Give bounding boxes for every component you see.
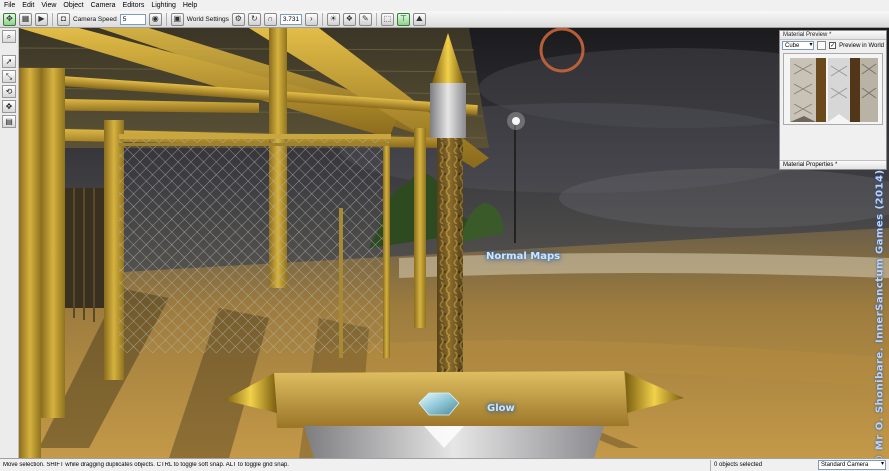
menu-editors[interactable]: Editors: [123, 0, 145, 11]
render-icon[interactable]: ❖: [342, 12, 356, 26]
play-icon[interactable]: ▶: [35, 12, 48, 26]
glow-label: Glow: [487, 403, 515, 414]
menu-file[interactable]: File: [4, 0, 15, 11]
menu-edit[interactable]: Edit: [22, 0, 34, 11]
select-icon[interactable]: ⬚: [380, 12, 394, 26]
paint-icon[interactable]: ✎: [358, 12, 372, 26]
menu-help[interactable]: Help: [183, 0, 197, 11]
preview-shape-select[interactable]: Cube: [782, 41, 815, 50]
normal-maps-label: Normal Maps: [486, 251, 561, 262]
toolbar-divider: [321, 12, 323, 26]
toolbar-divider: [165, 12, 167, 26]
scene-render: [19, 28, 889, 458]
camera-speed-input[interactable]: [119, 13, 146, 25]
snap-icon[interactable]: ⚙: [231, 12, 245, 26]
refresh-preview-icon[interactable]: [817, 41, 827, 50]
move-mode-icon[interactable]: ✥: [3, 12, 16, 26]
magnet-icon[interactable]: ∩: [263, 12, 277, 26]
status-bar: Move selection. SHIFT while dragging dup…: [0, 458, 889, 471]
grid-icon[interactable]: ▦: [19, 12, 32, 26]
snap-value-input[interactable]: [279, 13, 302, 25]
rotate-icon[interactable]: ⟲: [2, 85, 16, 98]
transform-icon[interactable]: ⊤: [396, 12, 410, 26]
terrain-icon[interactable]: ⛰: [412, 12, 426, 26]
material-preview-controls: Cube ✓ Preview in World: [780, 40, 886, 51]
eye-icon[interactable]: ◉: [148, 12, 162, 26]
material-preview-title[interactable]: Material Preview *: [780, 31, 886, 40]
camera-icon[interactable]: ◘: [57, 12, 70, 26]
preview-in-world-label: Preview in World: [839, 42, 884, 49]
material-preview-panel: Material Preview * Cube ✓ Preview in Wor…: [779, 30, 887, 170]
move-icon[interactable]: ✥: [2, 100, 16, 113]
left-tool-strip: ⌕ ➚ ⤡ ⟲ ✥ ▤: [0, 28, 19, 458]
camera-speed-label: Camera Speed: [73, 15, 117, 23]
camera-select[interactable]: Standard Camera: [818, 460, 886, 470]
world-settings-label[interactable]: World Settings: [187, 16, 229, 23]
objects-selected-count: 0 objects selected: [710, 459, 814, 471]
toolbar-divider: [375, 12, 377, 26]
status-message: Move selection. SHIFT while dragging dup…: [3, 462, 289, 468]
material-preview-image: [783, 53, 883, 125]
lights-icon[interactable]: ☀: [326, 12, 340, 26]
toolbar-divider: [52, 12, 53, 26]
preview-in-world-checkbox[interactable]: ✓: [829, 42, 837, 49]
menu-bar: File Edit View Object Camera Editors Lig…: [0, 0, 889, 11]
main-toolbar: ✥ ▦ ▶ ◘ Camera Speed ◉ ▣ World Settings …: [0, 11, 889, 28]
chevron-right-icon[interactable]: ›: [304, 12, 318, 26]
copyright-watermark: © Mr O. Shonibare. InnerSanctum Games (2…: [873, 169, 887, 464]
zoom-icon[interactable]: ⌕: [2, 30, 16, 43]
3d-viewport[interactable]: Normal Maps Glow: [19, 28, 889, 458]
menu-camera[interactable]: Camera: [91, 0, 116, 11]
material-properties-title[interactable]: Material Properties *: [780, 160, 886, 169]
menu-object[interactable]: Object: [63, 0, 83, 11]
scale-icon[interactable]: ⤡: [2, 70, 16, 83]
rotate-snap-icon[interactable]: ↻: [247, 12, 261, 26]
world-icon[interactable]: ▣: [170, 12, 184, 26]
menu-view[interactable]: View: [41, 0, 56, 11]
copyright-text: © Mr O. Shonibare. InnerSanctum Games (2…: [874, 168, 886, 465]
menu-lighting[interactable]: Lighting: [151, 0, 176, 11]
extra-tool-icon[interactable]: ▤: [2, 115, 16, 128]
pointer-icon[interactable]: ➚: [2, 55, 16, 68]
